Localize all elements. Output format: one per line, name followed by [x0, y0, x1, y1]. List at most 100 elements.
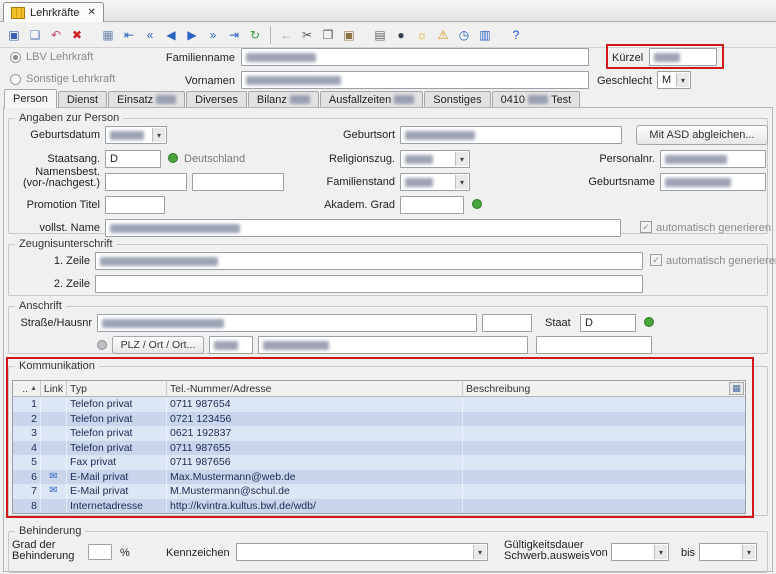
radio-sonstige-lehrkraft[interactable] — [10, 74, 21, 85]
staatsang-field[interactable]: D — [105, 150, 161, 168]
hausnr-zusatz-field[interactable] — [482, 314, 532, 332]
kuerzel-field[interactable] — [649, 48, 717, 66]
save-all-icon[interactable]: ❏ — [25, 25, 45, 45]
column-header-beschreibung[interactable]: Beschreibung — [463, 381, 745, 396]
next-record-icon[interactable]: ▶ — [182, 25, 202, 45]
blurred-value — [156, 95, 176, 104]
table-settings-icon[interactable]: ▦ — [729, 382, 744, 395]
document-tab-lehrkraefte[interactable]: Lehrkräfte ✕ — [3, 2, 104, 22]
next-page-icon[interactable]: » — [203, 25, 223, 45]
ort-field[interactable] — [258, 336, 528, 354]
kommunikation-row[interactable]: 4Telefon privat0711 987655 — [13, 441, 745, 456]
vornamen-field[interactable] — [241, 71, 589, 89]
cut-icon[interactable]: ✂ — [297, 25, 317, 45]
personalnr-field[interactable] — [660, 150, 766, 168]
chevron-down-icon[interactable]: ▾ — [455, 175, 468, 189]
von-date-select[interactable]: ▾ — [611, 543, 669, 561]
tab-dienst[interactable]: Dienst — [58, 91, 107, 108]
tab-0410[interactable]: 0410Test — [492, 91, 581, 108]
geburtsname-field[interactable] — [660, 173, 766, 191]
column-header-adresse[interactable]: Tel.-Nummer/Adresse — [167, 381, 463, 396]
chevron-down-icon[interactable]: ▾ — [654, 545, 667, 559]
plz-field[interactable] — [209, 336, 253, 354]
chevron-down-icon[interactable]: ▾ — [152, 128, 165, 142]
familienname-field[interactable] — [241, 48, 589, 66]
akad-grad-field[interactable] — [400, 196, 464, 214]
radio-lbv-lehrkraft[interactable] — [10, 52, 21, 63]
kommunikation-row[interactable]: 1Telefon privat0711 987654 — [13, 397, 745, 412]
bulb-icon[interactable]: ☼ — [412, 25, 432, 45]
kommunikation-row[interactable]: 2Telefon privat0721 123456 — [13, 412, 745, 427]
first-record-icon[interactable]: ⇤ — [119, 25, 139, 45]
geburtsdatum-field[interactable]: ▾ — [105, 126, 167, 144]
kommunikation-row[interactable]: 7✉E-Mail privatM.Mustermann@schul.de — [13, 484, 745, 499]
namensbest-vor-field[interactable] — [105, 173, 187, 191]
chevron-down-icon[interactable]: ▾ — [742, 545, 755, 559]
undo-icon[interactable]: ↶ — [46, 25, 66, 45]
delete-record-icon[interactable]: ✖ — [67, 25, 87, 45]
familienstand-select[interactable]: ▾ — [400, 173, 470, 191]
clock-icon[interactable]: ◷ — [454, 25, 474, 45]
beschreibung-cell — [463, 470, 745, 485]
tab-einsatz[interactable]: Einsatz — [108, 91, 185, 108]
column-header-typ[interactable]: Typ — [67, 381, 167, 396]
bis-date-select[interactable]: ▾ — [699, 543, 757, 561]
schedule-icon[interactable]: ▥ — [475, 25, 495, 45]
warning-icon[interactable]: ⚠ — [433, 25, 453, 45]
last-record-icon[interactable]: ⇥ — [224, 25, 244, 45]
strasse-field[interactable] — [97, 314, 477, 332]
tab-ausfallzeiten[interactable]: Ausfallzeiten — [320, 91, 423, 108]
tab-person[interactable]: Person — [4, 89, 57, 108]
kommunikation-row[interactable]: 8Internetadressehttp://kvintra.kultus.bw… — [13, 499, 745, 514]
zeile1-field[interactable] — [95, 252, 643, 270]
namensbest-nach-field[interactable] — [192, 173, 284, 191]
blurred-value — [100, 257, 218, 266]
prev-record-icon[interactable]: ◀ — [161, 25, 181, 45]
lehrkraefte-window: { "doc_tab": { "title": "Lehrkräfte", "c… — [0, 0, 776, 574]
chevron-down-icon[interactable]: ▾ — [676, 73, 689, 87]
vollst-name-field[interactable] — [105, 219, 621, 237]
plz-ort-button[interactable]: PLZ / Ort / Ort... — [112, 336, 204, 354]
religionszug-select[interactable]: ▾ — [400, 150, 470, 168]
familienname-label: Familienname — [130, 52, 235, 64]
kommunikation-row[interactable]: 5Fax privat0711 987656 — [13, 455, 745, 470]
table-view-icon[interactable]: ▦ — [98, 25, 118, 45]
print-icon[interactable]: ▤ — [370, 25, 390, 45]
auto-generieren-checkbox[interactable]: ✓ — [650, 254, 662, 266]
paste-icon[interactable]: ▣ — [339, 25, 359, 45]
refresh-icon[interactable]: ↻ — [245, 25, 265, 45]
geschlecht-select[interactable]: M ▾ — [657, 71, 691, 89]
back-icon[interactable]: ← — [276, 25, 296, 45]
save-icon[interactable]: ▣ — [4, 25, 24, 45]
chevron-down-icon[interactable]: ▾ — [473, 545, 486, 559]
tab-bilanz[interactable]: Bilanz — [248, 91, 319, 108]
zeile2-field[interactable] — [95, 275, 643, 293]
auto-generieren-checkbox[interactable]: ✓ — [640, 221, 652, 233]
copy-icon[interactable]: ❐ — [318, 25, 338, 45]
chevron-down-icon[interactable]: ▾ — [455, 152, 468, 166]
tab-diverses[interactable]: Diverses — [186, 91, 247, 108]
column-label: Typ — [70, 383, 87, 395]
row-number-cell: 2 — [13, 412, 41, 427]
blurred-value — [665, 155, 727, 164]
mit-asd-abgleichen-button[interactable]: Mit ASD abgleichen... — [636, 125, 768, 145]
tab-sonstiges[interactable]: Sonstiges — [424, 91, 490, 108]
geburtsort-field[interactable] — [400, 126, 622, 144]
close-icon[interactable]: ✕ — [88, 7, 96, 18]
kommunikation-row[interactable]: 6✉E-Mail privatMax.Mustermann@web.de — [13, 470, 745, 485]
help-icon[interactable]: ? — [506, 25, 526, 45]
grad-behinderung-field[interactable] — [88, 544, 112, 560]
ortsteil-field[interactable] — [536, 336, 652, 354]
column-header-link[interactable]: Link — [41, 381, 67, 396]
prev-page-icon[interactable]: « — [140, 25, 160, 45]
promotion-titel-field[interactable] — [105, 196, 165, 214]
row-number-cell: 4 — [13, 441, 41, 456]
check-icon: ✓ — [642, 222, 650, 233]
kennzeichen-select[interactable]: ▾ — [236, 543, 488, 561]
column-header-nr[interactable]: .. ▲ — [13, 381, 41, 396]
beschreibung-cell — [463, 499, 745, 514]
comment-icon[interactable]: ● — [391, 25, 411, 45]
staat-field[interactable]: D — [580, 314, 636, 332]
kommunikation-row[interactable]: 3Telefon privat0621 192837 — [13, 426, 745, 441]
column-label: Link — [44, 383, 63, 395]
